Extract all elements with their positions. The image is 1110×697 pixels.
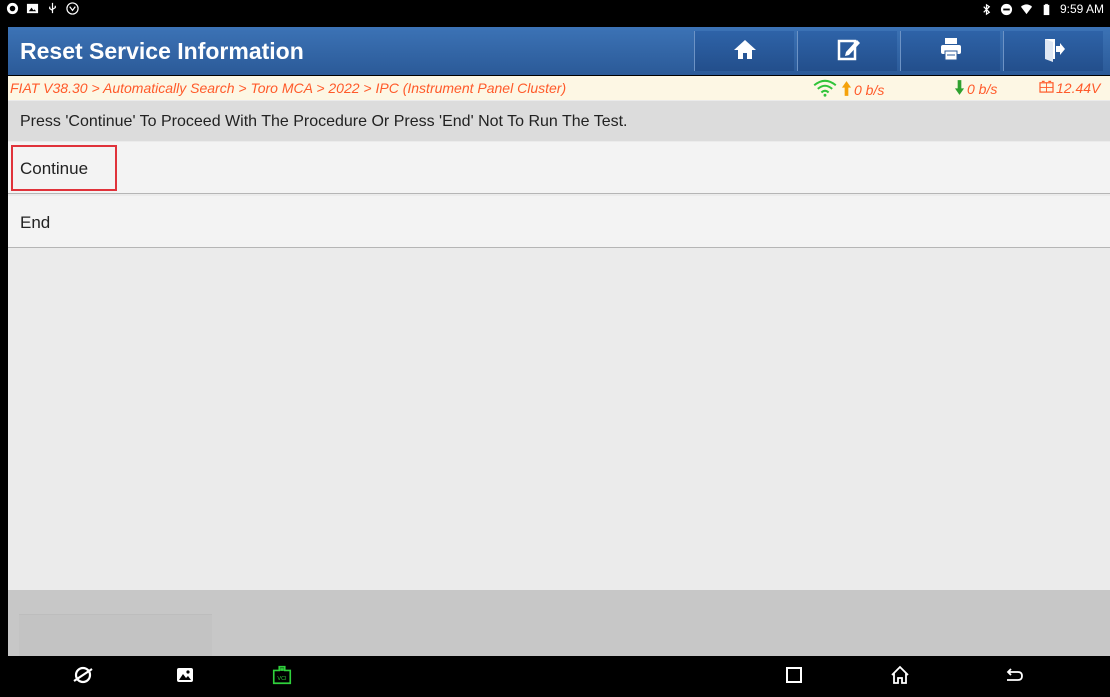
- browser-nav-button[interactable]: [70, 664, 96, 690]
- battery-icon: [1040, 3, 1053, 16]
- back-icon: [1003, 664, 1025, 691]
- status-bar: 9:59 AM: [0, 0, 1110, 20]
- status-left-icons: [6, 2, 79, 15]
- upload-rate-value: 0 b/s: [854, 81, 885, 98]
- battery-voltage-icon: [1039, 80, 1054, 96]
- download-rate: 0 b/s: [954, 79, 997, 99]
- dnd-icon: [1000, 3, 1013, 16]
- print-button[interactable]: [900, 31, 1000, 71]
- title-bar: Reset Service Information: [8, 27, 1110, 75]
- instruction-text: Press 'Continue' To Proceed With The Pro…: [8, 101, 1110, 141]
- home-icon: [889, 664, 911, 691]
- system-nav-bar: VCI: [0, 656, 1110, 697]
- breadcrumb-bar: FIAT V38.30 > Automatically Search > Tor…: [8, 76, 1110, 100]
- footer-bar: [8, 590, 1110, 656]
- download-arrow-icon: [954, 79, 965, 99]
- browser-icon: [6, 2, 19, 15]
- upload-rate: 0 b/s: [811, 79, 884, 100]
- status-right-icons: 9:59 AM: [980, 2, 1104, 16]
- vci-label: VCI: [277, 676, 287, 682]
- gallery-nav-button[interactable]: [172, 664, 198, 690]
- wifi-signal-icon: [811, 79, 839, 100]
- voltage-readout: 12.44V: [1039, 80, 1100, 96]
- footer-button-slot: [19, 614, 212, 656]
- home-nav-button[interactable]: [887, 664, 913, 690]
- recents-icon: [783, 664, 805, 691]
- end-label: End: [20, 213, 51, 232]
- edit-icon: [835, 36, 861, 67]
- browser-icon: [72, 664, 94, 691]
- vci-icon: VCI: [271, 664, 293, 691]
- voltage-value: 12.44V: [1056, 80, 1101, 96]
- home-icon: [732, 36, 758, 67]
- exit-icon: [1041, 36, 1067, 67]
- gallery-icon: [174, 664, 196, 691]
- continue-label: Continue: [20, 159, 89, 178]
- exit-button[interactable]: [1003, 31, 1103, 71]
- breadcrumb: FIAT V38.30 > Automatically Search > Tor…: [10, 80, 567, 96]
- recents-button[interactable]: [781, 664, 807, 690]
- image-icon: [26, 2, 39, 15]
- status-time: 9:59 AM: [1059, 2, 1104, 16]
- wifi-icon: [1020, 3, 1033, 16]
- vci-nav-button[interactable]: VCI: [269, 664, 295, 690]
- content-area: Press 'Continue' To Proceed With The Pro…: [8, 100, 1110, 590]
- end-option[interactable]: End: [8, 196, 1110, 248]
- bluetooth-icon: [980, 3, 993, 16]
- page-title: Reset Service Information: [20, 38, 304, 64]
- usb-icon: [46, 2, 59, 15]
- upload-arrow-icon: [841, 80, 852, 100]
- edit-button[interactable]: [797, 31, 897, 71]
- download-rate-value: 0 b/s: [967, 81, 998, 97]
- home-button[interactable]: [694, 31, 794, 71]
- continue-option[interactable]: Continue: [8, 142, 1110, 194]
- back-button[interactable]: [1001, 664, 1027, 690]
- print-icon: [938, 36, 964, 67]
- assistant-icon: [66, 2, 79, 15]
